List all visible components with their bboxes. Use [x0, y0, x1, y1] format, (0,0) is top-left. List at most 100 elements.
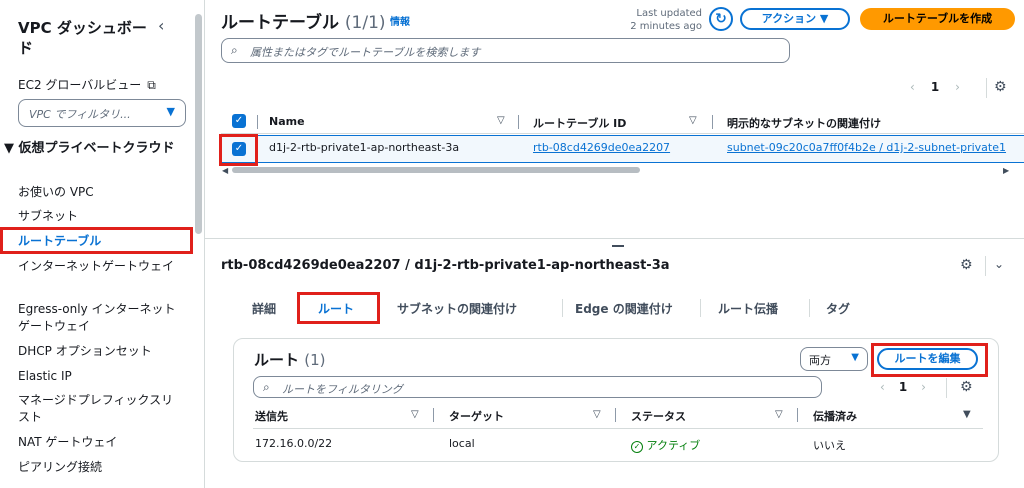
sidebar-item-peering[interactable]: ピアリング接続: [18, 459, 178, 476]
tab-divider: [700, 299, 701, 317]
column-divider: [712, 115, 713, 129]
highlight-box-route-tables: [0, 227, 193, 254]
row-subnet-link[interactable]: subnet-09c20c0a7ff0f4b2e / d1j-2-subnet-…: [727, 141, 1019, 154]
sidebar-section-label: 仮想プライベートクラウド: [18, 141, 175, 156]
route-destination: 172.16.0.0/22: [255, 437, 333, 450]
highlight-box-checkbox: [219, 134, 258, 166]
table-header: ✓ Name ▽ ルートテーブル ID ▽ 明示的なサブネットの関連付け: [221, 110, 1024, 134]
gear-icon[interactable]: ⚙: [960, 257, 973, 273]
sort-caret-icon[interactable]: ▽: [411, 409, 419, 420]
column-header-destination[interactable]: 送信先: [255, 408, 288, 424]
caret-down-icon: ▼: [166, 105, 175, 118]
sidebar-item-ec2-global-view[interactable]: EC2 グローバルビュー ⧉: [18, 76, 156, 93]
row-divider: [253, 428, 983, 429]
page-number[interactable]: 1: [931, 80, 939, 94]
last-updated-time: 2 minutes ago: [630, 21, 702, 32]
sidebar-item-nat-gateways[interactable]: NAT ゲートウェイ: [18, 434, 178, 451]
tab-tags[interactable]: タグ: [826, 300, 850, 317]
next-page-icon[interactable]: ›: [921, 380, 926, 394]
route-table-search-input[interactable]: ⌕ 属性またはタグでルートテーブルを検索します: [221, 38, 790, 63]
sidebar-item-elastic-ip[interactable]: Elastic IP: [18, 368, 178, 385]
vpc-filter-placeholder: VPC でフィルタリ...: [29, 108, 131, 121]
prev-page-icon[interactable]: ‹: [910, 80, 915, 94]
column-header-status[interactable]: ステータス: [631, 408, 686, 424]
sidebar-item-egress-only-igw[interactable]: Egress-only インターネットゲートウェイ: [18, 301, 178, 335]
column-header-subnet[interactable]: 明示的なサブネットの関連付け: [727, 115, 881, 131]
page-title-text: ルートテーブル: [221, 13, 339, 33]
resize-handle[interactable]: [612, 245, 624, 247]
sidebar-item-label: EC2 グローバルビュー: [18, 78, 142, 92]
routes-title-text: ルート: [254, 351, 300, 369]
route-search-placeholder: ルートをフィルタリング: [282, 383, 403, 396]
route-type-select[interactable]: 両方 ▼: [800, 347, 868, 371]
sidebar: VPC ダッシュボード ‹ EC2 グローバルビュー ⧉ VPC でフィルタリ..…: [0, 0, 205, 488]
caret-down-icon: ▼: [851, 352, 859, 363]
chevron-down-icon[interactable]: ⌄: [994, 257, 1004, 271]
sidebar-scrollbar[interactable]: [195, 14, 202, 234]
routes-count: (1): [304, 351, 326, 369]
pagination: ‹ 1 ›: [910, 80, 976, 94]
scroll-left-icon[interactable]: ◀: [222, 166, 228, 175]
sort-caret-icon[interactable]: ▼: [963, 409, 971, 420]
sidebar-section-vpc[interactable]: ▼ 仮想プライベートクラウド: [4, 140, 189, 158]
page-number[interactable]: 1: [899, 380, 907, 394]
highlight-box-edit-routes: [871, 343, 988, 377]
vpc-filter-select[interactable]: VPC でフィルタリ... ▼: [18, 99, 186, 127]
sidebar-item-managed-prefix-lists[interactable]: マネージドプレフィックスリスト: [18, 392, 178, 426]
selection-count: (1/1): [344, 13, 386, 33]
sidebar-item-subnets[interactable]: サブネット: [18, 208, 178, 225]
last-updated-label: Last updated: [636, 8, 702, 19]
check-circle-icon: ✓: [631, 441, 643, 453]
search-placeholder: 属性またはタグでルートテーブルを検索します: [250, 46, 481, 59]
column-header-id[interactable]: ルートテーブル ID: [533, 115, 626, 131]
tab-edge-associations[interactable]: Edge の関連付け: [575, 300, 673, 317]
routes-title: ルート (1): [254, 349, 326, 370]
external-link-icon: ⧉: [147, 78, 156, 92]
route-status-text: アクティブ: [646, 439, 701, 452]
actions-button[interactable]: アクション ▼: [740, 8, 850, 30]
sidebar-item-dhcp-options[interactable]: DHCP オプションセット: [18, 343, 178, 360]
gear-icon[interactable]: ⚙: [994, 79, 1007, 95]
refresh-icon[interactable]: ↻: [709, 7, 733, 31]
tab-details[interactable]: 詳細: [252, 300, 276, 317]
column-divider: [797, 408, 798, 422]
page-title: ルートテーブル (1/1): [221, 8, 386, 33]
divider: [985, 256, 986, 276]
sort-caret-icon[interactable]: ▽: [497, 115, 505, 126]
scroll-right-icon[interactable]: ▶: [1003, 166, 1009, 175]
route-search-input[interactable]: ⌕ ルートをフィルタリング: [253, 376, 822, 398]
sort-caret-icon[interactable]: ▽: [775, 409, 783, 420]
row-name: d1j-2-rtb-private1-ap-northeast-3a: [269, 141, 460, 154]
sort-caret-icon[interactable]: ▽: [593, 409, 601, 420]
divider: [946, 378, 947, 398]
prev-page-icon[interactable]: ‹: [880, 380, 885, 394]
toolbar-blank: [210, 68, 662, 104]
column-header-target[interactable]: ターゲット: [449, 408, 504, 424]
column-header-name[interactable]: Name: [269, 115, 305, 128]
column-divider: [257, 115, 258, 129]
column-header-propagated[interactable]: 伝播済み: [813, 408, 857, 424]
divider: [986, 78, 987, 98]
select-all-checkbox[interactable]: ✓: [232, 114, 246, 128]
split-divider: [205, 238, 1024, 239]
row-route-table-id-link[interactable]: rtb-08cd4269de0ea2207: [533, 141, 670, 154]
search-icon: ⌕: [263, 380, 270, 394]
tab-divider: [809, 299, 810, 317]
column-divider: [615, 408, 616, 422]
detail-title: rtb-08cd4269de0ea2207 / d1j-2-rtb-privat…: [221, 258, 670, 273]
chevron-left-icon[interactable]: ‹: [158, 16, 164, 35]
sidebar-item-your-vpcs[interactable]: お使いの VPC: [18, 184, 178, 201]
tab-route-propagation[interactable]: ルート伝播: [718, 300, 778, 317]
column-divider: [433, 408, 434, 422]
gear-icon[interactable]: ⚙: [960, 379, 973, 395]
next-page-icon[interactable]: ›: [955, 80, 960, 94]
sort-caret-icon[interactable]: ▽: [689, 115, 697, 126]
tab-subnet-associations[interactable]: サブネットの関連付け: [397, 300, 517, 317]
horizontal-scrollbar[interactable]: [232, 167, 640, 173]
sidebar-title: VPC ダッシュボード: [18, 19, 147, 57]
sidebar-item-internet-gateways[interactable]: インターネットゲートウェイ: [18, 258, 178, 275]
info-link[interactable]: 情報: [390, 13, 410, 28]
route-propagated: いいえ: [813, 439, 846, 452]
create-route-table-button[interactable]: ルートテーブルを作成: [860, 8, 1015, 30]
last-updated: Last updated 2 minutes ago: [620, 7, 702, 33]
